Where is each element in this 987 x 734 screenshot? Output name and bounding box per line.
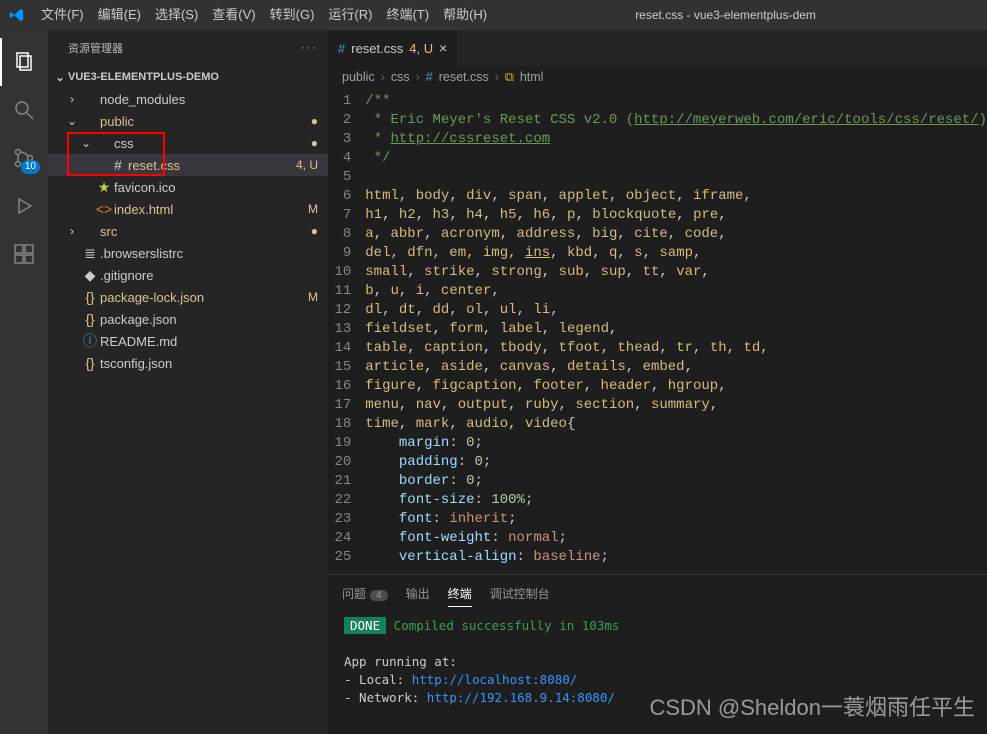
file-tree: ›node_modules⌄public●⌄css●#reset.css4, U… xyxy=(48,88,328,374)
breadcrumb[interactable]: public› css› #reset.css› ⧉html xyxy=(328,66,987,88)
tree-item[interactable]: #reset.css4, U xyxy=(48,154,328,176)
menubar: 文件(F) 编辑(E) 选择(S) 查看(V) 转到(G) 运行(R) 终端(T… xyxy=(34,0,494,30)
tree-item[interactable]: {}package-lock.jsonM xyxy=(48,286,328,308)
tree-item[interactable]: ⓘREADME.md xyxy=(48,330,328,352)
tab-problems[interactable]: 问题4 xyxy=(342,581,388,607)
extensions-icon[interactable] xyxy=(0,230,48,278)
scm-icon[interactable]: 10 xyxy=(0,134,48,182)
activitybar: 10 xyxy=(0,30,48,734)
menu-help[interactable]: 帮助(H) xyxy=(436,0,494,30)
line-numbers: 1234567891011121314151617181920212223242… xyxy=(328,88,365,574)
tab-label: reset.css xyxy=(351,41,403,56)
tab-bar: # reset.css 4, U × xyxy=(328,30,987,66)
tree-item[interactable]: ›src● xyxy=(48,220,328,242)
tree-item[interactable]: ◆.gitignore xyxy=(48,264,328,286)
menu-run[interactable]: 运行(R) xyxy=(321,0,379,30)
editor-group: # reset.css 4, U × public› css› #reset.c… xyxy=(328,30,987,734)
sidebar: 资源管理器 ··· ⌄ VUE3-ELEMENTPLUS-DEMO ›node_… xyxy=(48,30,328,734)
tree-item[interactable]: ⌄public● xyxy=(48,110,328,132)
menu-view[interactable]: 查看(V) xyxy=(205,0,262,30)
tab-reset-css[interactable]: # reset.css 4, U × xyxy=(328,30,457,66)
vscode-logo-icon xyxy=(0,7,34,23)
panel-tabs: 问题4 输出 终端 调试控制台 xyxy=(328,575,987,607)
code-content[interactable]: /** * Eric Meyer's Reset CSS v2.0 (http:… xyxy=(365,88,987,574)
titlebar: 文件(F) 编辑(E) 选择(S) 查看(V) 转到(G) 运行(R) 终端(T… xyxy=(0,0,987,30)
sidebar-title: 资源管理器 ··· xyxy=(48,30,328,66)
explorer-icon[interactable] xyxy=(0,38,48,86)
tab-status: 4, U xyxy=(409,41,433,56)
tree-item[interactable]: ⌄css● xyxy=(48,132,328,154)
search-icon[interactable] xyxy=(0,86,48,134)
menu-terminal[interactable]: 终端(T) xyxy=(379,0,436,30)
workspace-root[interactable]: ⌄ VUE3-ELEMENTPLUS-DEMO xyxy=(48,66,328,88)
tree-item[interactable]: {}tsconfig.json xyxy=(48,352,328,374)
tab-output[interactable]: 输出 xyxy=(406,581,430,607)
panel: 问题4 输出 终端 调试控制台 DONE Compiled successful… xyxy=(328,574,987,734)
menu-select[interactable]: 选择(S) xyxy=(148,0,205,30)
debug-icon[interactable] xyxy=(0,182,48,230)
tree-item[interactable]: ›node_modules xyxy=(48,88,328,110)
code-editor[interactable]: 1234567891011121314151617181920212223242… xyxy=(328,88,987,574)
tree-item[interactable]: ≣.browserslistrc xyxy=(48,242,328,264)
scm-badge: 10 xyxy=(21,160,40,174)
close-icon[interactable]: × xyxy=(439,40,447,56)
menu-go[interactable]: 转到(G) xyxy=(263,0,322,30)
menu-edit[interactable]: 编辑(E) xyxy=(91,0,148,30)
tree-item[interactable]: ★favicon.ico xyxy=(48,176,328,198)
tab-terminal[interactable]: 终端 xyxy=(448,581,472,607)
window-title: reset.css - vue3-elementplus-dem xyxy=(494,8,957,22)
more-icon[interactable]: ··· xyxy=(301,42,318,54)
tree-item[interactable]: {}package.json xyxy=(48,308,328,330)
css-file-icon: # xyxy=(338,41,345,56)
tab-debug-console[interactable]: 调试控制台 xyxy=(490,581,550,607)
tree-item[interactable]: <>index.htmlM xyxy=(48,198,328,220)
menu-file[interactable]: 文件(F) xyxy=(34,0,91,30)
terminal-output[interactable]: DONE Compiled successfully in 103ms App … xyxy=(328,607,987,734)
